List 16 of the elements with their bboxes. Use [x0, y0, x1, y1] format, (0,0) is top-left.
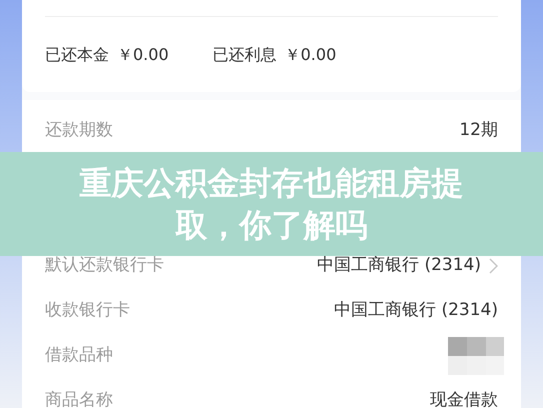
row-label: 借款品种 [45, 344, 113, 367]
row-value: 12期 [459, 118, 498, 142]
summary-amount: ￥0.00 [284, 44, 336, 66]
banner-title: 重庆公积金封存也能租房提取，你了解吗 [78, 163, 464, 246]
row-value: 中国工商银行 (2314) [317, 254, 481, 277]
chevron-right-icon [489, 258, 498, 274]
row-label: 商品名称 [45, 388, 113, 408]
row-label: 还款期数 [45, 118, 113, 142]
row-label: 默认还款银行卡 [45, 254, 164, 277]
summary-label: 已还利息 [212, 44, 277, 66]
row-value: 现金借款 [430, 388, 498, 408]
summary-label: 已还本金 [45, 44, 109, 66]
summary-amount: ￥0.00 [117, 44, 169, 66]
row-value: 中国工商银行 (2314) [334, 298, 498, 322]
pixelated-block [448, 336, 504, 374]
row-label: 收款银行卡 [45, 298, 130, 322]
